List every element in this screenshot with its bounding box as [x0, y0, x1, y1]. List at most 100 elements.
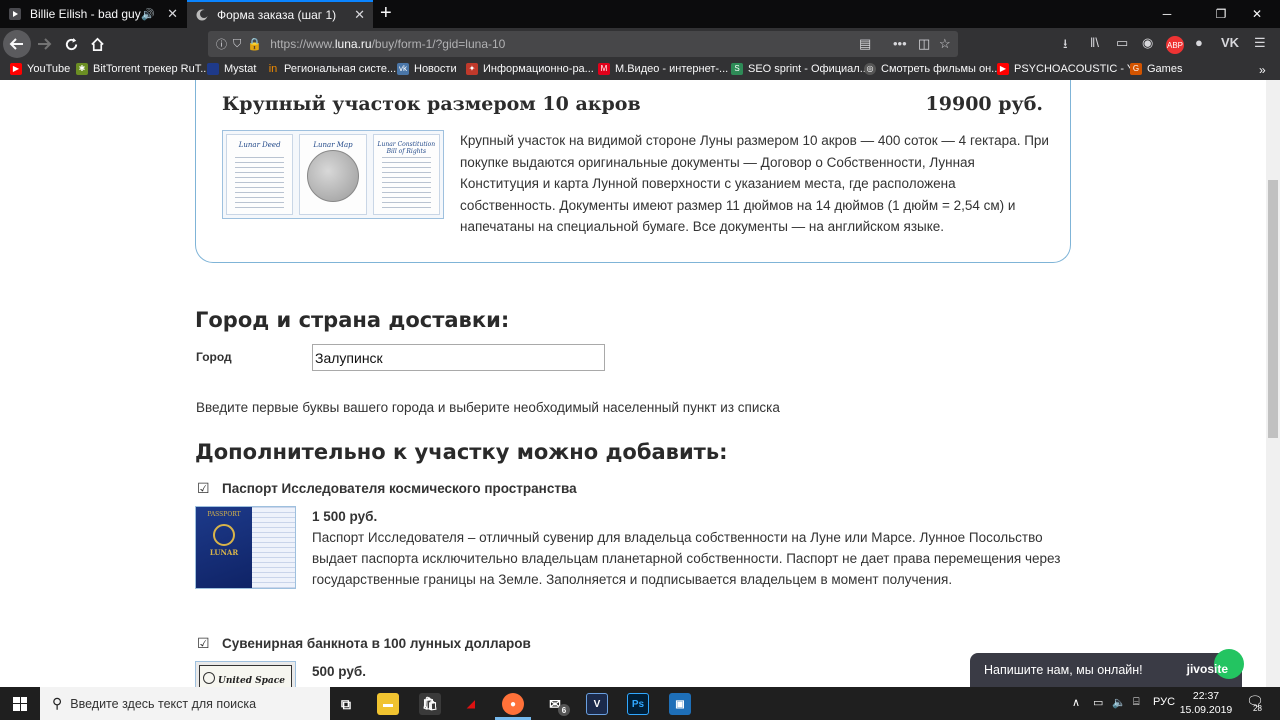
task-view-icon[interactable]: ⧉: [335, 693, 357, 715]
lunar-constitution-image: Lunar Constitution Bill of Rights: [372, 134, 440, 215]
bookmark-star-icon[interactable]: ☆: [939, 36, 951, 52]
taskbar-search[interactable]: ⚲ Введите здесь текст для поиска: [40, 687, 330, 720]
banknote-price: 500 руб.: [312, 664, 366, 679]
sidebar-icon[interactable]: ▭: [1116, 35, 1128, 51]
new-tab-icon[interactable]: +: [380, 3, 392, 23]
taskbar: ⚲ Введите здесь текст для поиска ⧉ ▬ 🛍 ◢…: [0, 687, 1280, 720]
tab-order-form[interactable]: Форма заказа (шаг 1) ✕: [187, 0, 373, 28]
bookmark-mystat[interactable]: Mystat: [207, 63, 256, 75]
bookmark-seosprint[interactable]: S SEO sprint - Официал...: [731, 63, 869, 75]
banknote-image: United Space o: [195, 661, 296, 687]
passport-checkbox[interactable]: ☑: [197, 480, 210, 497]
passport-description: Паспорт Исследователя – отличный сувенир…: [312, 530, 1061, 587]
scrollbar-thumb[interactable]: [1268, 180, 1278, 438]
lock-icon[interactable]: 🔒: [247, 37, 262, 51]
close-window-icon[interactable]: ✕: [1234, 0, 1280, 28]
language-indicator[interactable]: РУС: [1153, 696, 1175, 708]
regional-icon: in: [268, 63, 278, 75]
search-icon: ⚲: [52, 695, 63, 711]
tracking-shield-icon[interactable]: ⛉: [233, 38, 241, 51]
download-icon[interactable]: ⭳: [1063, 35, 1068, 57]
reader-view-icon[interactable]: ▤: [859, 36, 871, 52]
bookmark-info[interactable]: ✦ Информационно-ра...: [466, 63, 594, 75]
chat-brand: jivosite: [1186, 662, 1228, 676]
product-documents-image: Lunar Deed Lunar Map Lunar Constitution …: [222, 130, 444, 219]
city-label: Город: [196, 350, 232, 364]
account-icon[interactable]: ◉: [1142, 35, 1153, 51]
passport-price: 1 500 руб.: [312, 509, 378, 524]
vk-icon[interactable]: VK: [1221, 35, 1239, 50]
firefox-icon[interactable]: ●: [502, 693, 524, 715]
library-icon[interactable]: ‖\: [1090, 35, 1099, 50]
adblock-icon[interactable]: ABP: [1166, 36, 1184, 54]
notification-count: 28: [1253, 704, 1262, 713]
passport-image: PASSPORT LUNAR: [195, 506, 296, 589]
games-icon: G: [1130, 63, 1142, 75]
bookmark-psychoacoustic[interactable]: ▶ PSYCHOACOUSTIC - Y...: [997, 63, 1142, 75]
product-price: 19900 руб.: [925, 93, 1043, 115]
bookmark-youtube[interactable]: ▶ YouTube: [10, 63, 70, 75]
back-icon[interactable]: [3, 30, 31, 58]
bookmark-games[interactable]: G Games: [1130, 63, 1182, 75]
addons-heading: Дополнительно к участку можно добавить:: [195, 440, 728, 464]
clock[interactable]: 22:37 15.09.2019: [1178, 689, 1234, 717]
start-button[interactable]: [0, 687, 40, 720]
forward-icon[interactable]: [32, 32, 56, 56]
chat-widget[interactable]: Напишите нам, мы онлайн! jivosite: [970, 649, 1244, 687]
globe-icon: ◎: [864, 63, 876, 75]
search-placeholder: Введите здесь текст для поиска: [70, 696, 257, 711]
youtube-icon: ▶: [997, 63, 1009, 75]
tab-bar: Billie Eilish - bad guy 🔊 ✕ Форма заказа…: [0, 0, 1280, 28]
volume-icon[interactable]: 🔈: [1112, 696, 1126, 709]
lunar-map-image: Lunar Map: [299, 134, 367, 215]
rutracker-icon: ✱: [76, 63, 88, 75]
game-app-icon[interactable]: ◢: [460, 693, 482, 715]
file-explorer-icon[interactable]: ▬: [377, 693, 399, 715]
city-input[interactable]: [312, 344, 605, 371]
bookmarks-bar: ▶ YouTube ✱ BitTorrent трекер RuT... Mysta…: [0, 60, 1280, 80]
bookmark-regional[interactable]: in Региональная систе...: [267, 63, 396, 75]
close-tab-icon[interactable]: ✕: [167, 6, 178, 22]
page-scrollbar[interactable]: [1266, 80, 1280, 687]
youtube-icon: ▶: [10, 63, 22, 75]
tab-title: Форма заказа (шаг 1): [217, 8, 337, 22]
network-icon[interactable]: ⌸: [1133, 696, 1140, 709]
speaker-icon[interactable]: 🔊: [141, 8, 155, 21]
page-content: Крупный участок размером 10 акров 19900 …: [0, 80, 1266, 687]
banknote-title: Сувенирная банкнота в 100 лунных долларо…: [222, 636, 531, 651]
play-icon: [8, 7, 22, 21]
extension-icon[interactable]: ●: [1195, 35, 1203, 50]
photoshop-icon[interactable]: Ps: [627, 693, 649, 715]
product-description: Крупный участок на видимой стороне Луны …: [460, 133, 1049, 234]
bookmarks-overflow-icon[interactable]: »: [1259, 63, 1266, 77]
pocket-icon[interactable]: ◫: [918, 36, 930, 52]
close-tab-icon[interactable]: ✕: [354, 7, 365, 23]
store-icon[interactable]: 🛍: [419, 693, 441, 715]
page-actions-icon[interactable]: •••: [893, 36, 907, 51]
vk-news-icon: vk: [397, 63, 409, 75]
home-icon[interactable]: [85, 32, 109, 56]
info-icon[interactable]: ⓘ: [216, 36, 227, 52]
tray-overflow-icon[interactable]: ∧: [1072, 696, 1080, 709]
city-hint: Введите первые буквы вашего города и выб…: [196, 400, 780, 415]
delivery-heading: Город и страна доставки:: [195, 308, 510, 332]
info-site-icon: ✦: [466, 63, 478, 75]
chat-text: Напишите нам, мы онлайн!: [984, 663, 1143, 677]
mystat-icon: [207, 63, 219, 75]
seosprint-icon: S: [731, 63, 743, 75]
bookmark-films[interactable]: ◎ Смотреть фильмы он...: [864, 63, 1000, 75]
nav-bar: ⓘ ⛉ 🔒 https://www.luna.ru/buy/form-1/?gi…: [0, 28, 1280, 60]
battery-icon[interactable]: ▭: [1093, 696, 1103, 709]
bookmark-rutracker[interactable]: ✱ BitTorrent трекер RuT...: [76, 63, 209, 75]
bookmark-news[interactable]: vk Новости: [397, 63, 457, 75]
visual-studio-icon[interactable]: V: [586, 693, 608, 715]
url-bar[interactable]: ⓘ ⛉ 🔒 https://www.luna.ru/buy/form-1/?gi…: [208, 31, 958, 57]
reload-icon[interactable]: [59, 32, 83, 56]
bookmark-mvideo[interactable]: М М.Видео - интернет-...: [598, 63, 728, 75]
banknote-checkbox[interactable]: ☑: [197, 635, 210, 652]
other-app-icon[interactable]: ▣: [669, 693, 691, 715]
moon-favicon-icon: [195, 8, 209, 22]
tab-billie-eilish[interactable]: Billie Eilish - bad guy 🔊 ✕: [0, 0, 186, 28]
minimize-icon[interactable]: ─: [1144, 0, 1190, 28]
menu-icon[interactable]: ☰: [1254, 35, 1266, 51]
